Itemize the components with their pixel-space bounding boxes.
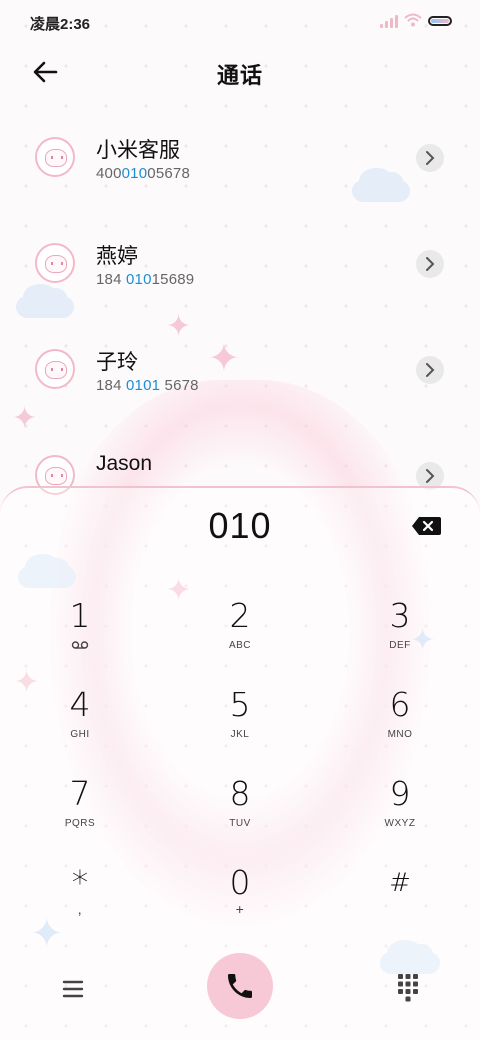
key-letters: TUV: [229, 818, 251, 829]
signal-icon: [380, 15, 398, 28]
backspace-button[interactable]: [410, 514, 444, 538]
battery-icon: [428, 16, 452, 26]
contact-detail-button[interactable]: [416, 250, 444, 278]
dialed-number-display: 010: [208, 505, 272, 546]
menu-icon: [62, 980, 84, 998]
dialpad-key-hash[interactable]: #: [340, 865, 460, 945]
contact-detail-button[interactable]: [416, 356, 444, 384]
key-digit: 4: [69, 685, 91, 724]
key-digit: 2: [229, 596, 251, 635]
chevron-right-icon: [426, 363, 435, 377]
contact-number: 184 01015689: [96, 271, 195, 288]
keypad-toggle-button[interactable]: [394, 972, 422, 1004]
header: 通话: [0, 44, 480, 100]
page-title: 通话: [216, 63, 263, 88]
key-digit: 1: [69, 596, 91, 635]
key-digit: 3: [389, 596, 411, 635]
dialpad-key-4[interactable]: 4 GHI: [20, 687, 140, 767]
dialpad-key-5[interactable]: 5 JKL: [180, 687, 300, 767]
menu-button[interactable]: [58, 974, 88, 1004]
contact-name: 子玲: [96, 351, 138, 374]
key-letters: PQRS: [64, 818, 96, 829]
status-bar: 凌晨2:36: [0, 0, 480, 44]
contact-detail-button[interactable]: [416, 144, 444, 172]
dialpad-key-2[interactable]: 2 ABC: [180, 598, 300, 678]
key-digit: #: [389, 868, 411, 898]
contact-row[interactable]: 小米客服 40001005678: [0, 106, 480, 212]
key-digit: 7: [69, 774, 91, 813]
key-digit: 9: [389, 774, 411, 813]
contact-row[interactable]: 子玲 184 0101 5678: [0, 318, 480, 424]
battery-level: [431, 19, 449, 23]
dialpad-icon: [398, 974, 418, 1002]
key-digit: 8: [229, 774, 251, 813]
chevron-right-icon: [426, 257, 435, 271]
key-letters: +: [235, 901, 245, 917]
dialpad-key-1[interactable]: 1: [20, 598, 140, 678]
wifi-icon: [404, 13, 422, 27]
contact-name: 小米客服: [96, 139, 180, 162]
key-digit: 0: [229, 863, 251, 902]
call-button[interactable]: [207, 953, 273, 1019]
dialpad-key-6[interactable]: 6 MNO: [340, 687, 460, 767]
dialpad-key-9[interactable]: 9 WXYZ: [340, 776, 460, 856]
voicemail-icon: [20, 640, 140, 652]
key-letters: MNO: [387, 729, 413, 740]
key-letters: ,: [77, 901, 83, 917]
status-time: 凌晨2:36: [30, 16, 91, 33]
contact-number: 184 0101 5678: [96, 377, 199, 394]
contact-row[interactable]: 燕婷 184 01015689: [0, 212, 480, 318]
bottom-bar: [0, 950, 480, 1030]
key-digit: *: [71, 863, 89, 902]
key-letters: JKL: [230, 729, 250, 740]
key-digit: 6: [389, 685, 411, 724]
dialpad-key-0[interactable]: 0 +: [180, 865, 300, 945]
key-letters: GHI: [70, 729, 90, 740]
dialpad-key-3[interactable]: 3 DEF: [340, 598, 460, 678]
key-letters: WXYZ: [384, 818, 416, 829]
dialpad-key-8[interactable]: 8 TUV: [180, 776, 300, 856]
contact-number: 40001005678: [96, 165, 190, 182]
contact-name: Jason: [96, 452, 153, 475]
avatar: [35, 349, 75, 389]
key-digit: 5: [229, 685, 251, 724]
backspace-icon: [412, 517, 441, 535]
chevron-right-icon: [426, 151, 435, 165]
phone-icon: [228, 974, 252, 998]
key-letters: ABC: [228, 640, 252, 651]
contact-name: 燕婷: [96, 245, 138, 268]
avatar: [35, 243, 75, 283]
chevron-right-icon: [426, 469, 435, 483]
avatar: [35, 137, 75, 177]
key-letters: DEF: [389, 640, 411, 651]
dialpad-key-7[interactable]: 7 PQRS: [20, 776, 140, 856]
dialpad-key-star[interactable]: * ,: [20, 865, 140, 945]
